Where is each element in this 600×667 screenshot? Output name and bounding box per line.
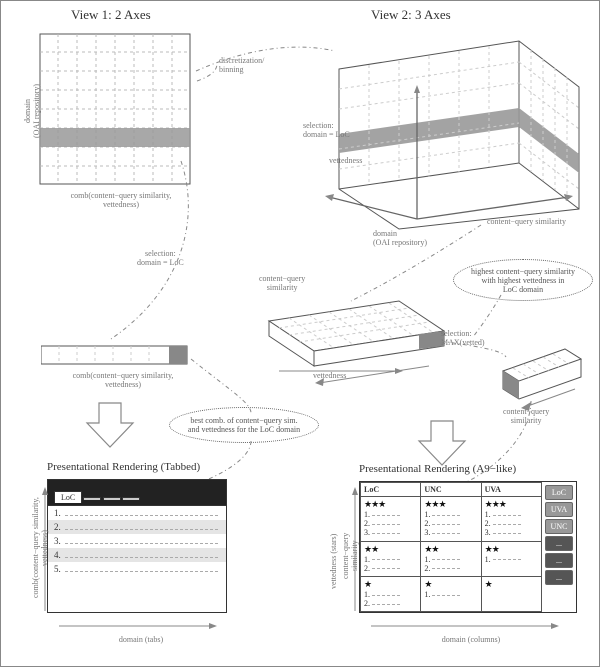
result-3: 3. [48, 534, 226, 548]
a9-xarrow [371, 619, 561, 633]
a9-col-unc[interactable]: UNC [421, 483, 481, 497]
tab-2[interactable] [83, 497, 101, 500]
tabbed-xlabel: domain (tabs) [81, 635, 201, 644]
connectors [1, 1, 600, 498]
a9-yarrow [349, 487, 361, 615]
a9-title: Presentational Rendering (A9−like) [359, 463, 516, 475]
tabbed-xarrow [59, 619, 219, 633]
a9-col-uva[interactable]: UVA [481, 483, 541, 497]
result-5: 5. [48, 562, 226, 576]
a9-row-1star: ★1.2. ★1. ★ [361, 576, 542, 611]
tabbed-title: Presentational Rendering (Tabbed) [47, 461, 200, 473]
result-2: 2. [48, 520, 226, 534]
tab-3[interactable] [103, 497, 121, 500]
a9-side-more1[interactable]: ... [545, 536, 573, 551]
a9-side-unc[interactable]: UNC [545, 519, 573, 534]
a9-side-loc[interactable]: LoC [545, 485, 573, 500]
a9-side-more3[interactable]: ... [545, 570, 573, 585]
a9-row-3star: ★★★1.2.3. ★★★1.2.3. ★★★1.2.3. [361, 497, 542, 541]
a9-side-more2[interactable]: ... [545, 553, 573, 568]
a9-row-2star: ★★1.2. ★★1.2. ★★1. [361, 541, 542, 576]
tabbed-yarrow [39, 487, 51, 615]
a9-side-uva[interactable]: UVA [545, 502, 573, 517]
result-1: 1. [48, 506, 226, 520]
a9-ylabel1: vettedness (stars) [329, 511, 338, 611]
result-4: 4. [48, 548, 226, 562]
a9-panel: LoC UNC UVA ★★★1.2.3. ★★★1.2.3. ★★★1.2.3… [359, 481, 577, 613]
tab-4[interactable] [122, 497, 140, 500]
tabbed-panel: LoC 1. 2. 3. 4. 5. [47, 479, 227, 613]
a9-xlabel: domain (columns) [401, 635, 541, 644]
a9-col-loc[interactable]: LoC [361, 483, 421, 497]
tab-loc[interactable]: LoC [54, 491, 82, 503]
